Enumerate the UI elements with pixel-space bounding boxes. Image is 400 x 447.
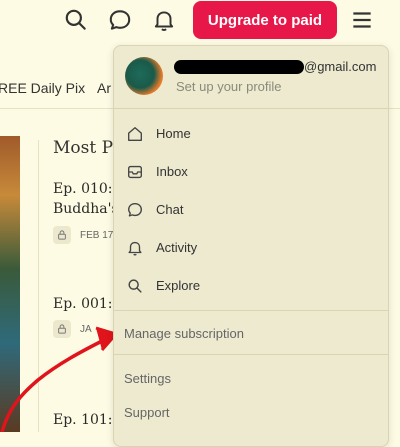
menu-item-home[interactable]: Home [124,120,374,148]
upgrade-to-paid-button[interactable]: Upgrade to paid [193,1,337,39]
search-icon[interactable] [63,7,89,33]
tab-ar[interactable]: Ar [97,80,111,96]
search-icon [128,279,142,293]
menu-divider [114,354,388,355]
account-dropdown-menu: @gmail.com Set up your profile Home Inbo… [113,45,389,447]
redacted-email [174,60,304,74]
menu-item-label: Inbox [156,164,188,179]
menu-item-label: Home [156,126,191,141]
post-date: FEB 17 [80,230,114,241]
post-title-cont[interactable]: Buddha's [53,201,119,217]
menu-item-chat[interactable]: Chat [124,196,374,224]
bell-icon[interactable] [151,7,177,33]
support-link[interactable]: Support [124,405,170,420]
settings-link[interactable]: Settings [124,371,171,386]
hamburger-menu-icon[interactable] [349,7,375,33]
top-bar: Upgrade to paid [0,0,400,42]
avatar[interactable] [125,57,163,95]
annotation-arrow-icon [0,326,118,432]
account-email: @gmail.com [304,59,377,74]
menu-item-label: Chat [156,202,184,217]
menu-divider [114,108,388,109]
menu-item-inbox[interactable]: Inbox [124,158,374,186]
manage-subscription-link[interactable]: Manage subscription [124,326,244,341]
menu-item-label: Activity [156,240,198,255]
menu-item-activity[interactable]: Activity [124,234,374,262]
bell-icon [128,241,142,256]
chat-icon [128,203,142,217]
menu-item-label: Explore [156,278,201,293]
setup-profile-link[interactable]: Set up your profile [176,79,282,94]
home-icon [128,127,142,141]
inbox-icon [128,165,142,179]
lock-icon [53,226,71,244]
tab-daily-pix[interactable]: REE Daily Pix [0,80,85,96]
menu-item-explore[interactable]: Explore [124,272,374,300]
menu-divider [114,310,388,311]
chat-bubble-icon[interactable] [107,7,133,33]
